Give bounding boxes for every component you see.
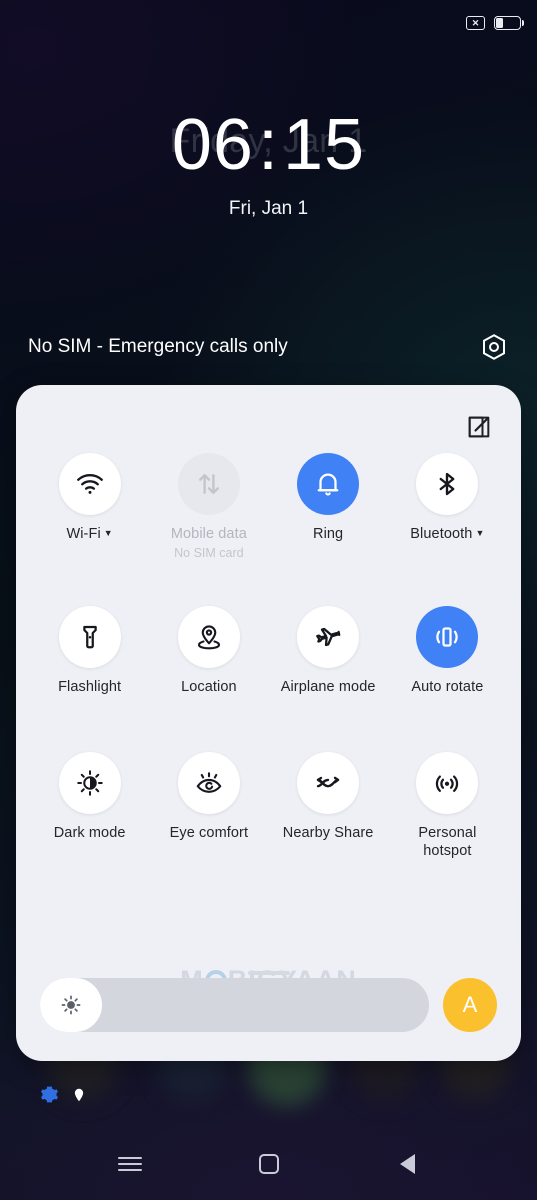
tile-row: Flashlight Location Airplane mode Auto r… xyxy=(30,605,507,697)
tile-icon-circle xyxy=(297,752,360,815)
tile-auto-rotate[interactable]: Auto rotate xyxy=(388,605,507,697)
tile-icon-circle xyxy=(177,752,240,815)
tile-row: Dark mode Eye comfort Nearby Share Perso… xyxy=(30,752,507,860)
home-icon[interactable] xyxy=(252,1147,286,1181)
tile-row: Wi-Fi ▼ Mobile data No SIM card Ring Blu… xyxy=(30,453,507,560)
clock-time: 06:15 xyxy=(0,105,537,185)
status-bar: ✕ xyxy=(0,0,537,46)
back-triangle xyxy=(400,1154,415,1174)
navigation-bar xyxy=(0,1128,537,1200)
tile-eye-comfort[interactable]: Eye comfort xyxy=(149,752,268,860)
tile-icon-circle xyxy=(58,605,121,668)
panel-drag-handle[interactable] xyxy=(247,971,290,975)
tile-icon-circle xyxy=(177,605,240,668)
brightness-sun-icon xyxy=(61,995,81,1015)
tile-icon-circle xyxy=(416,752,479,815)
tile-icon-circle xyxy=(58,453,121,515)
tile-label: Nearby Share xyxy=(282,825,374,842)
back-icon[interactable] xyxy=(391,1147,425,1181)
settings-gear-icon[interactable] xyxy=(40,1085,59,1109)
tile-label: Bluetooth ▼ xyxy=(410,526,484,544)
tile-label: Eye comfort xyxy=(169,825,249,842)
brightness-row: A xyxy=(40,977,497,1033)
tile-personal-hotspot[interactable]: Personal hotspot xyxy=(388,752,507,860)
battery-fill xyxy=(496,18,503,28)
tile-sublabel: No SIM card xyxy=(174,545,244,560)
lockscreen-clock: Friday, Jan 1 06:15 Fri, Jan 1 xyxy=(0,105,537,220)
tile-label: Wi-Fi ▼ xyxy=(66,526,112,544)
tile-icon-circle xyxy=(297,453,360,515)
tile-airplane-mode[interactable]: Airplane mode xyxy=(269,605,388,697)
auto-brightness-button[interactable]: A xyxy=(443,978,497,1032)
tile-flashlight[interactable]: Flashlight xyxy=(30,605,149,697)
brightness-slider-thumb[interactable] xyxy=(40,978,103,1032)
chevron-down-icon: ▼ xyxy=(103,528,113,538)
quick-settings-panel: Wi-Fi ▼ Mobile data No SIM card Ring Blu… xyxy=(16,385,521,1061)
tile-nearby-share[interactable]: Nearby Share xyxy=(269,752,388,860)
tile-label: Mobile data xyxy=(170,526,247,542)
tile-label-text: Wi-Fi xyxy=(66,526,101,542)
tile-icon-circle xyxy=(58,752,121,815)
home-square xyxy=(258,1154,279,1174)
recents-icon[interactable] xyxy=(113,1147,147,1181)
edit-pencil-square-icon[interactable] xyxy=(465,413,493,441)
chevron-down-icon: ▼ xyxy=(475,528,485,538)
clock-separator: : xyxy=(257,105,279,185)
battery-cap xyxy=(522,20,525,26)
tile-icon-circle xyxy=(416,605,479,668)
sim-x-icon: ✕ xyxy=(466,16,485,30)
hexagon-settings-icon[interactable] xyxy=(479,332,509,362)
clock-minutes: 15 xyxy=(283,105,366,185)
tile-label: Flashlight xyxy=(58,678,122,695)
carrier-text: No SIM - Emergency calls only xyxy=(28,336,288,357)
tile-label: Dark mode xyxy=(53,825,126,842)
tile-label: Location xyxy=(181,678,237,695)
tile-mobile-data[interactable]: Mobile data No SIM card xyxy=(149,453,268,560)
tile-label: Personal hotspot xyxy=(418,825,477,860)
location-pin-icon[interactable] xyxy=(71,1087,87,1108)
tile-icon-circle xyxy=(177,453,240,515)
carrier-row: No SIM - Emergency calls only xyxy=(0,330,537,364)
tile-dark-mode[interactable]: Dark mode xyxy=(30,752,149,860)
tile-bluetooth[interactable]: Bluetooth ▼ xyxy=(388,453,507,560)
tile-location[interactable]: Location xyxy=(149,605,268,697)
tile-icon-circle xyxy=(297,605,360,668)
sim-x-glyph: ✕ xyxy=(471,17,480,28)
brightness-slider[interactable] xyxy=(40,978,429,1032)
battery-icon xyxy=(494,16,525,30)
clock-date: Fri, Jan 1 xyxy=(228,197,309,219)
notification-icons xyxy=(40,1085,87,1109)
quick-settings-tiles: Wi-Fi ▼ Mobile data No SIM card Ring Blu… xyxy=(16,453,521,861)
tile-ring[interactable]: Ring xyxy=(269,453,388,560)
recents-lines xyxy=(117,1153,142,1175)
tile-label: Airplane mode xyxy=(280,678,376,695)
clock-hours: 06 xyxy=(171,105,254,185)
tile-label-text: Bluetooth xyxy=(410,526,473,542)
tile-label: Ring xyxy=(313,526,344,542)
auto-brightness-label: A xyxy=(462,992,478,1017)
tile-icon-circle xyxy=(416,453,479,515)
phone-screen: ✕ Friday, Jan 1 06:15 Fri, Jan 1 No SIM … xyxy=(0,0,537,1200)
tile-label: Auto rotate xyxy=(411,678,484,695)
tile-wifi[interactable]: Wi-Fi ▼ xyxy=(30,453,149,560)
